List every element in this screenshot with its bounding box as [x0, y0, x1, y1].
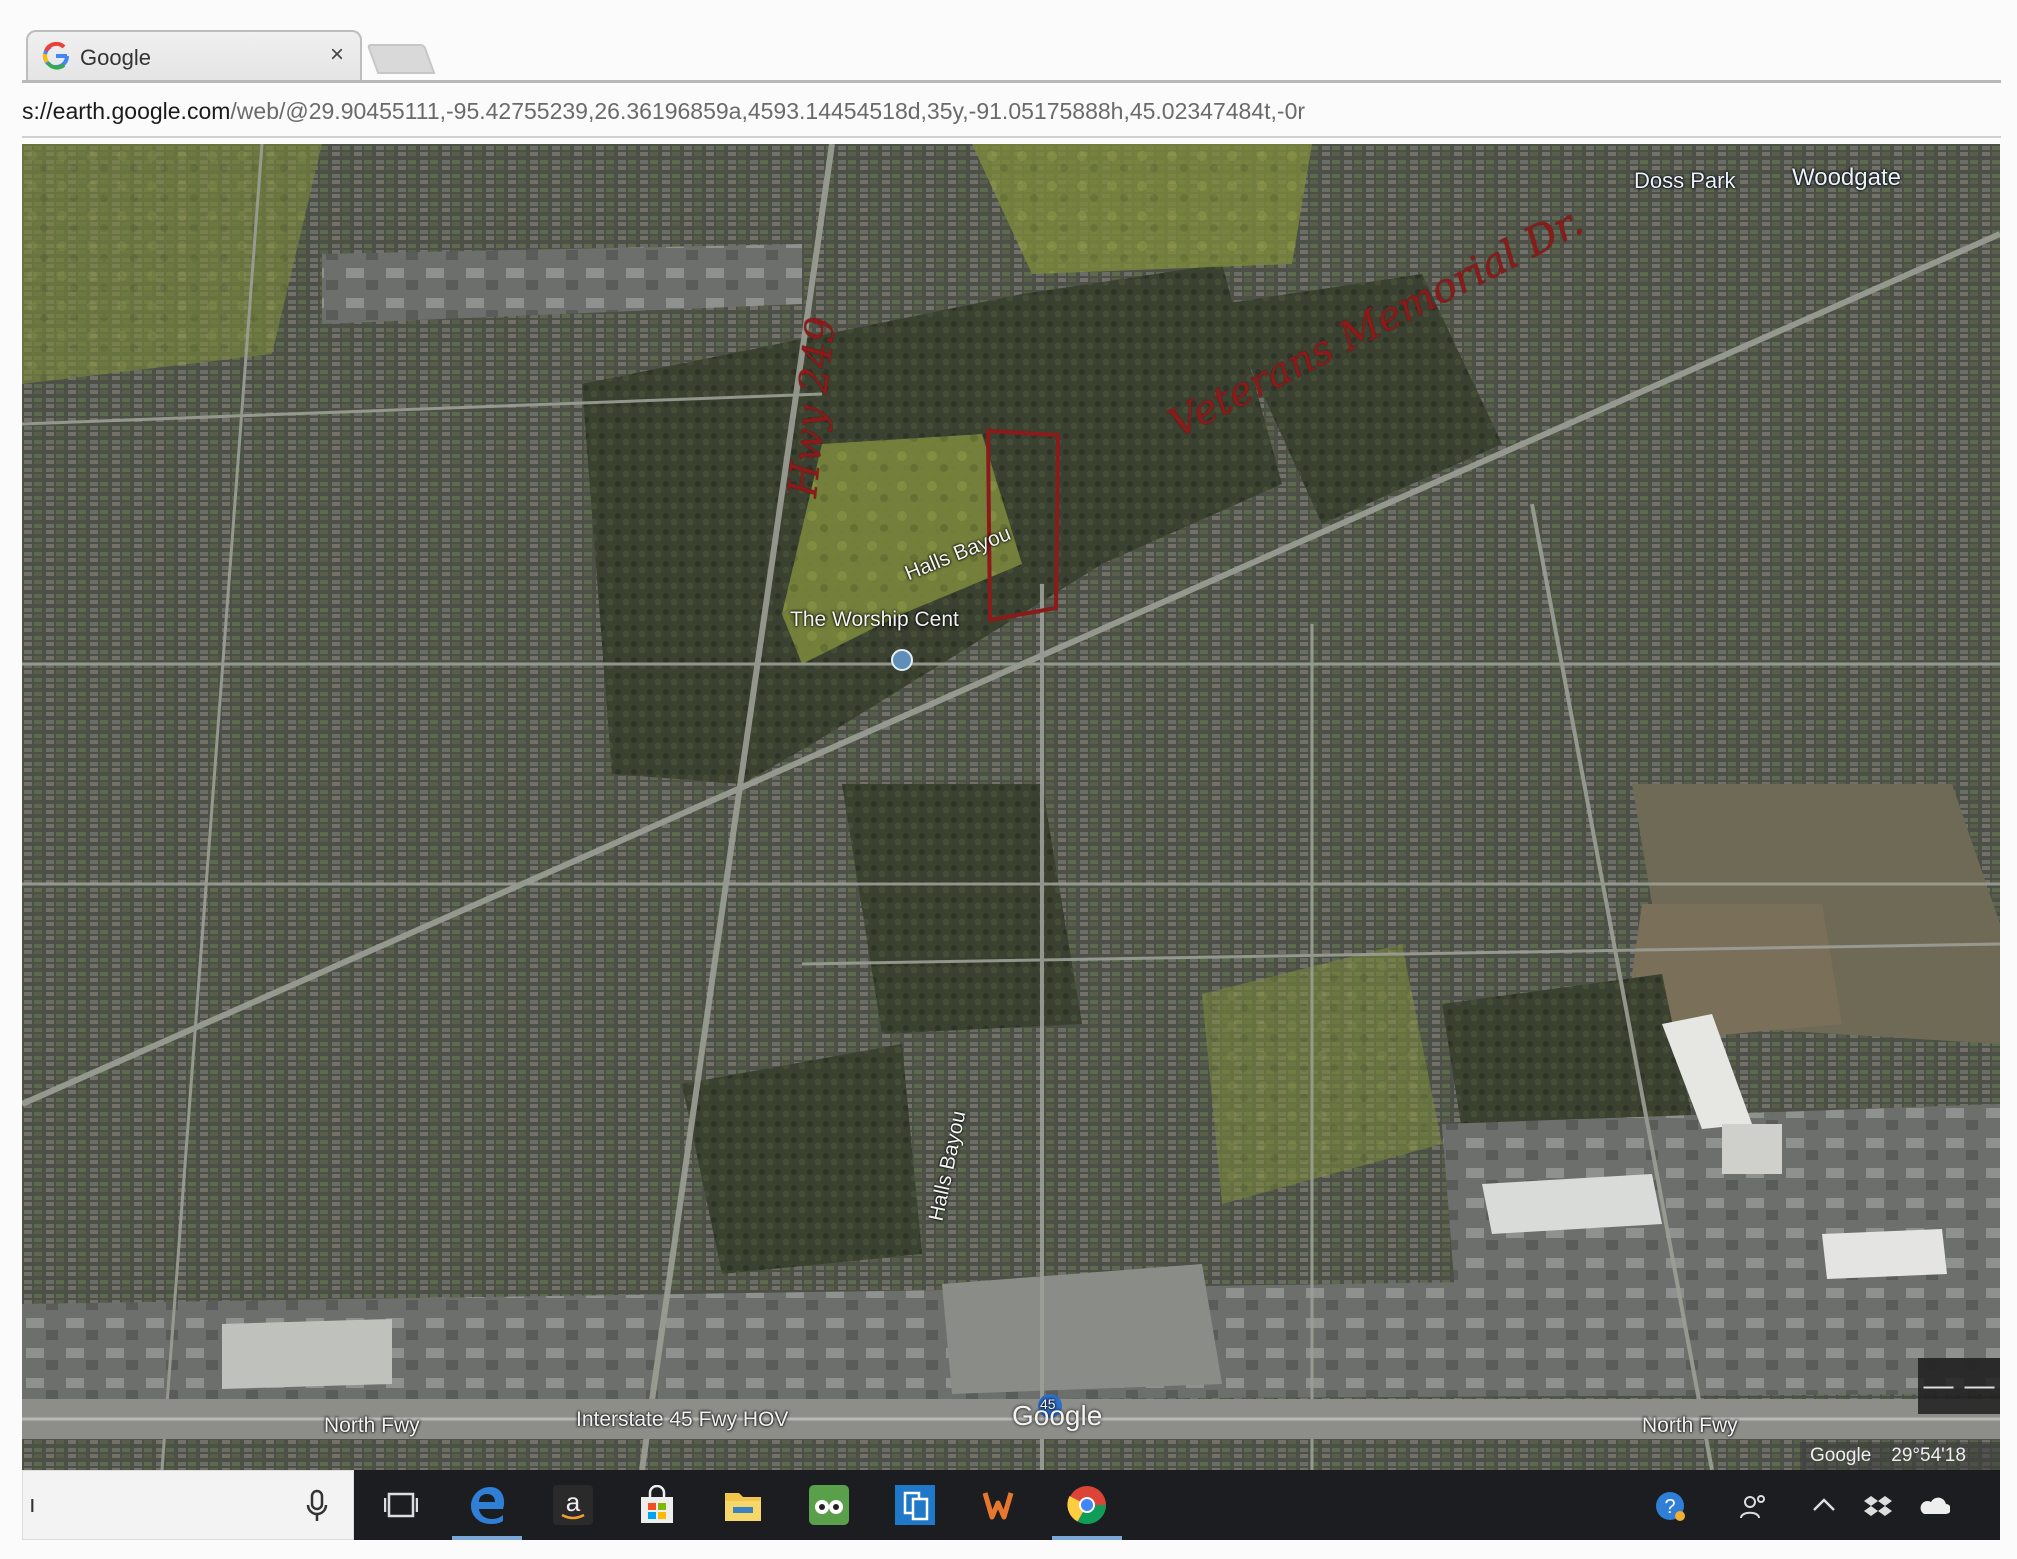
svg-text:?: ?: [1664, 1496, 1675, 1518]
dropbox-icon[interactable]: [1862, 1490, 1894, 1522]
svg-text:a: a: [566, 1487, 581, 1517]
label-woodgate: Woodgate: [1792, 164, 1901, 191]
map-attribution: Google 29°54'18: [1800, 1442, 2000, 1470]
zoom-in-button[interactable]: —: [1965, 1369, 1995, 1403]
edge-icon[interactable]: [462, 1480, 512, 1530]
chevron-up-icon[interactable]: [1808, 1490, 1840, 1522]
taskbar: ı a ?: [22, 1470, 2000, 1540]
address-host: s://earth.google.com: [22, 98, 231, 124]
chrome-icon[interactable]: [1062, 1480, 1112, 1530]
label-north-fwy-right: North Fwy: [1642, 1414, 1738, 1437]
people-icon[interactable]: [1738, 1490, 1770, 1522]
place-pin-icon[interactable]: [891, 649, 913, 671]
onedrive-icon[interactable]: [1918, 1490, 1950, 1522]
google-favicon-icon: [42, 42, 69, 70]
tablet-icon[interactable]: [890, 1480, 940, 1530]
task-view-icon[interactable]: [376, 1480, 426, 1530]
microphone-icon[interactable]: [305, 1489, 329, 1523]
address-bar[interactable]: s://earth.google.com/web/@29.90455111,-9…: [22, 98, 1999, 130]
address-path: /web/@29.90455111,-95.42755239,26.361968…: [230, 98, 1306, 124]
toolbar-divider: [22, 80, 2001, 83]
label-worship-center: The Worship Cent: [790, 608, 959, 631]
satellite-map[interactable]: Doss Park Woodgate Halls Bayou Halls Bay…: [22, 144, 2000, 1470]
chrome-active-indicator: [1052, 1536, 1122, 1540]
browser-tab[interactable]: Google ×: [26, 30, 362, 82]
coordinate-readout: 29°54'18: [1891, 1445, 1966, 1466]
search-text: ı: [29, 1491, 36, 1518]
google-watermark: Google: [1012, 1400, 1103, 1431]
taskbar-search-box[interactable]: ı: [22, 1470, 354, 1540]
office-icon[interactable]: [976, 1480, 1026, 1530]
label-north-fwy-left: North Fwy: [324, 1414, 420, 1437]
zoom-out-button[interactable]: —: [1924, 1369, 1954, 1403]
store-icon[interactable]: [632, 1480, 682, 1530]
address-divider: [22, 136, 2001, 138]
zoom-control[interactable]: — —: [1918, 1358, 2000, 1414]
help-icon[interactable]: ?: [1654, 1490, 1686, 1522]
label-doss-park: Doss Park: [1634, 168, 1736, 193]
new-tab-button[interactable]: [366, 44, 436, 74]
edge-active-indicator: [452, 1536, 522, 1540]
tripadvisor-icon[interactable]: [804, 1480, 854, 1530]
satellite-imagery: [22, 144, 2000, 1470]
amazon-icon[interactable]: a: [548, 1480, 598, 1530]
attribution-text: Google: [1810, 1445, 1872, 1466]
file-explorer-icon[interactable]: [718, 1480, 768, 1530]
label-interstate-45: Interstate 45 Fwy HOV: [576, 1408, 789, 1431]
tab-title: Google: [80, 45, 151, 70]
tab-close-button[interactable]: ×: [330, 41, 344, 69]
